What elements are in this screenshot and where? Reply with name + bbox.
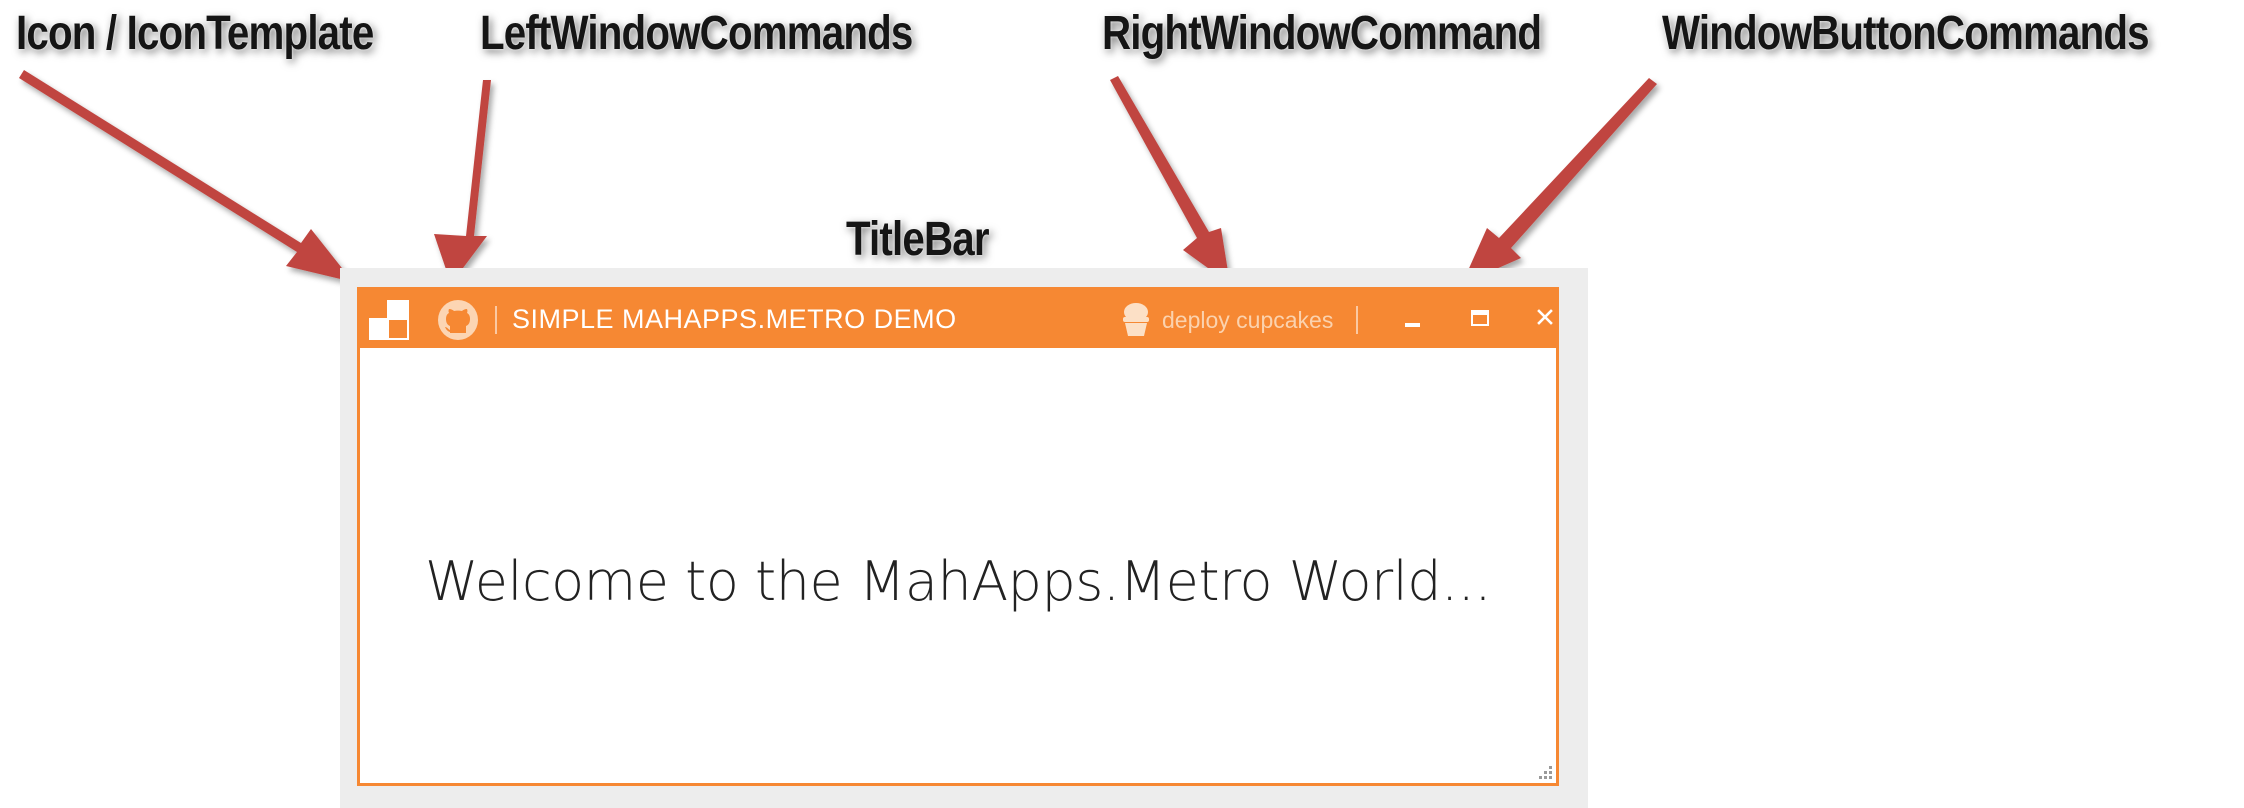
maximize-icon bbox=[1471, 310, 1489, 326]
right-commands-separator bbox=[1356, 306, 1358, 334]
deploy-cupcakes-label: deploy cupcakes bbox=[1162, 307, 1334, 333]
github-icon[interactable] bbox=[438, 300, 478, 340]
minimize-icon bbox=[1405, 323, 1420, 327]
metro-window: SIMPLE MAHAPPS.METRO DEMO deploy cupcake… bbox=[357, 287, 1559, 786]
resize-grip-icon[interactable] bbox=[1530, 757, 1554, 781]
left-commands-separator bbox=[495, 306, 497, 334]
deploy-cupcakes-button[interactable]: deploy cupcakes bbox=[1118, 290, 1348, 348]
close-button[interactable] bbox=[1518, 290, 1572, 348]
minimize-button[interactable] bbox=[1385, 290, 1439, 348]
arrow-to-left-commands bbox=[434, 80, 491, 284]
arrow-to-right-command bbox=[1110, 76, 1230, 284]
arrow-to-icon bbox=[19, 70, 353, 282]
maximize-button[interactable] bbox=[1452, 290, 1506, 348]
callout-titlebar: TitleBar bbox=[846, 213, 990, 266]
welcome-text: Welcome to the MahApps.Metro World... bbox=[425, 550, 1491, 613]
close-icon bbox=[1537, 309, 1553, 325]
app-icon[interactable] bbox=[369, 300, 409, 340]
window-title: SIMPLE MAHAPPS.METRO DEMO bbox=[512, 304, 957, 334]
cupcake-icon bbox=[1123, 303, 1149, 336]
arrow-to-window-buttons bbox=[1462, 78, 1657, 284]
title-bar[interactable]: SIMPLE MAHAPPS.METRO DEMO deploy cupcake… bbox=[360, 290, 1556, 348]
